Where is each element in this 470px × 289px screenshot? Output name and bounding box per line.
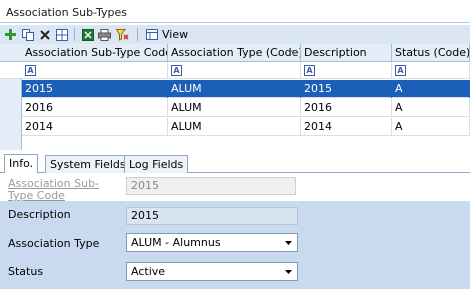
copy-button[interactable] [20,27,35,42]
window-title: Association Sub-Types [6,6,128,19]
clear-filter-button[interactable] [115,27,130,42]
filter-operator-icon[interactable]: A [304,65,315,76]
window-title-bar: Association Sub-Types [0,0,470,24]
cell-status[interactable]: A [392,99,470,117]
cell-association-type[interactable]: ALUM [168,80,301,98]
view-icon [146,29,158,40]
table-row[interactable]: 2016 ALUM 2016 A [22,99,470,117]
title-divider [0,22,470,23]
view-label: View [162,28,189,41]
toolbar-separator [137,28,138,41]
grid-header: Association Sub-Type Code Association Ty… [0,44,470,62]
data-grid: Association Sub-Type Code Association Ty… [0,44,470,150]
association-type-label: Association Type [8,237,100,250]
status-select[interactable]: Active [126,262,298,281]
table-row[interactable]: 2015 ALUM 2015 A [22,80,470,98]
form-row-status: Status Active [0,260,470,289]
cell-description[interactable]: 2014 [301,118,392,136]
add-icon [5,29,16,40]
form-row-description: Description 2015 [0,201,470,231]
copy-icon [21,28,34,41]
filter-cell-association-type[interactable]: A [168,62,301,79]
cell-description[interactable]: 2015 [301,80,392,98]
grid-columns-icon [55,28,68,41]
grid-filter-row: A A A A [0,62,470,79]
cell-association-type[interactable]: ALUM [168,118,301,136]
excel-export-icon [81,28,94,41]
column-header-subtype-code[interactable]: Association Sub-Type Code [22,44,168,62]
table-row[interactable]: 2014 ALUM 2014 A [22,118,470,136]
toolbar-separator [74,28,75,41]
column-filter-icon[interactable]: ▽ [291,44,297,61]
print-icon [98,28,111,41]
delete-button[interactable] [37,27,52,42]
tab-info[interactable]: Info. [4,154,39,174]
filter-cell-description[interactable]: A [301,62,392,79]
add-button[interactable] [3,27,18,42]
filter-cell-status[interactable]: A [392,62,470,79]
form-row-code: Association Sub-Type Code 2015 [0,173,470,202]
print-button[interactable] [97,27,112,42]
tab-system-fields[interactable]: System Fields [45,155,131,174]
status-label: Status [8,265,44,278]
column-header-description[interactable]: Description [301,44,392,62]
export-excel-button[interactable] [80,27,95,42]
cell-description[interactable]: 2016 [301,99,392,117]
filter-operator-icon[interactable]: A [395,65,406,76]
column-header-association-type[interactable]: Association Type (Code) ▽ [168,44,301,62]
cell-status[interactable]: A [392,80,470,98]
description-field[interactable]: 2015 [126,207,298,225]
view-button[interactable]: View [146,27,188,42]
cell-association-type[interactable]: ALUM [168,99,301,117]
status-value: Active [131,265,166,278]
cell-status[interactable]: A [392,118,470,136]
dropdown-arrow-icon[interactable] [281,235,296,250]
filter-operator-icon[interactable]: A [25,65,36,76]
tab-log-fields[interactable]: Log Fields [124,155,189,174]
cell-subtype-code[interactable]: 2014 [22,118,168,136]
column-header-label: Association Type (Code) [171,46,301,59]
detail-panel: Info. System Fields Log Fields Associati… [0,150,470,289]
cell-subtype-code[interactable]: 2016 [22,99,168,117]
subtype-code-field: 2015 [126,177,296,195]
subtype-code-label: Association Sub-Type Code [8,177,100,202]
description-label: Description [8,208,71,221]
form-row-association-type: Association Type ALUM - Alumnus [0,231,470,260]
delete-icon [39,29,50,40]
dropdown-arrow-icon[interactable] [281,264,296,279]
filter-cell-subtype-code[interactable]: A [22,62,168,79]
columns-button[interactable] [54,27,69,42]
association-type-value: ALUM - Alumnus [131,236,221,249]
filter-operator-icon[interactable]: A [171,65,182,76]
filter-clear-icon [116,28,129,41]
column-header-status[interactable]: Status (Code) [392,44,470,62]
info-form: Association Sub-Type Code 2015 Descripti… [0,173,470,289]
toolbar: View [0,25,470,44]
tab-strip: Info. System Fields Log Fields [0,154,470,174]
cell-subtype-code[interactable]: 2015 [22,80,168,98]
association-type-select[interactable]: ALUM - Alumnus [126,233,298,252]
